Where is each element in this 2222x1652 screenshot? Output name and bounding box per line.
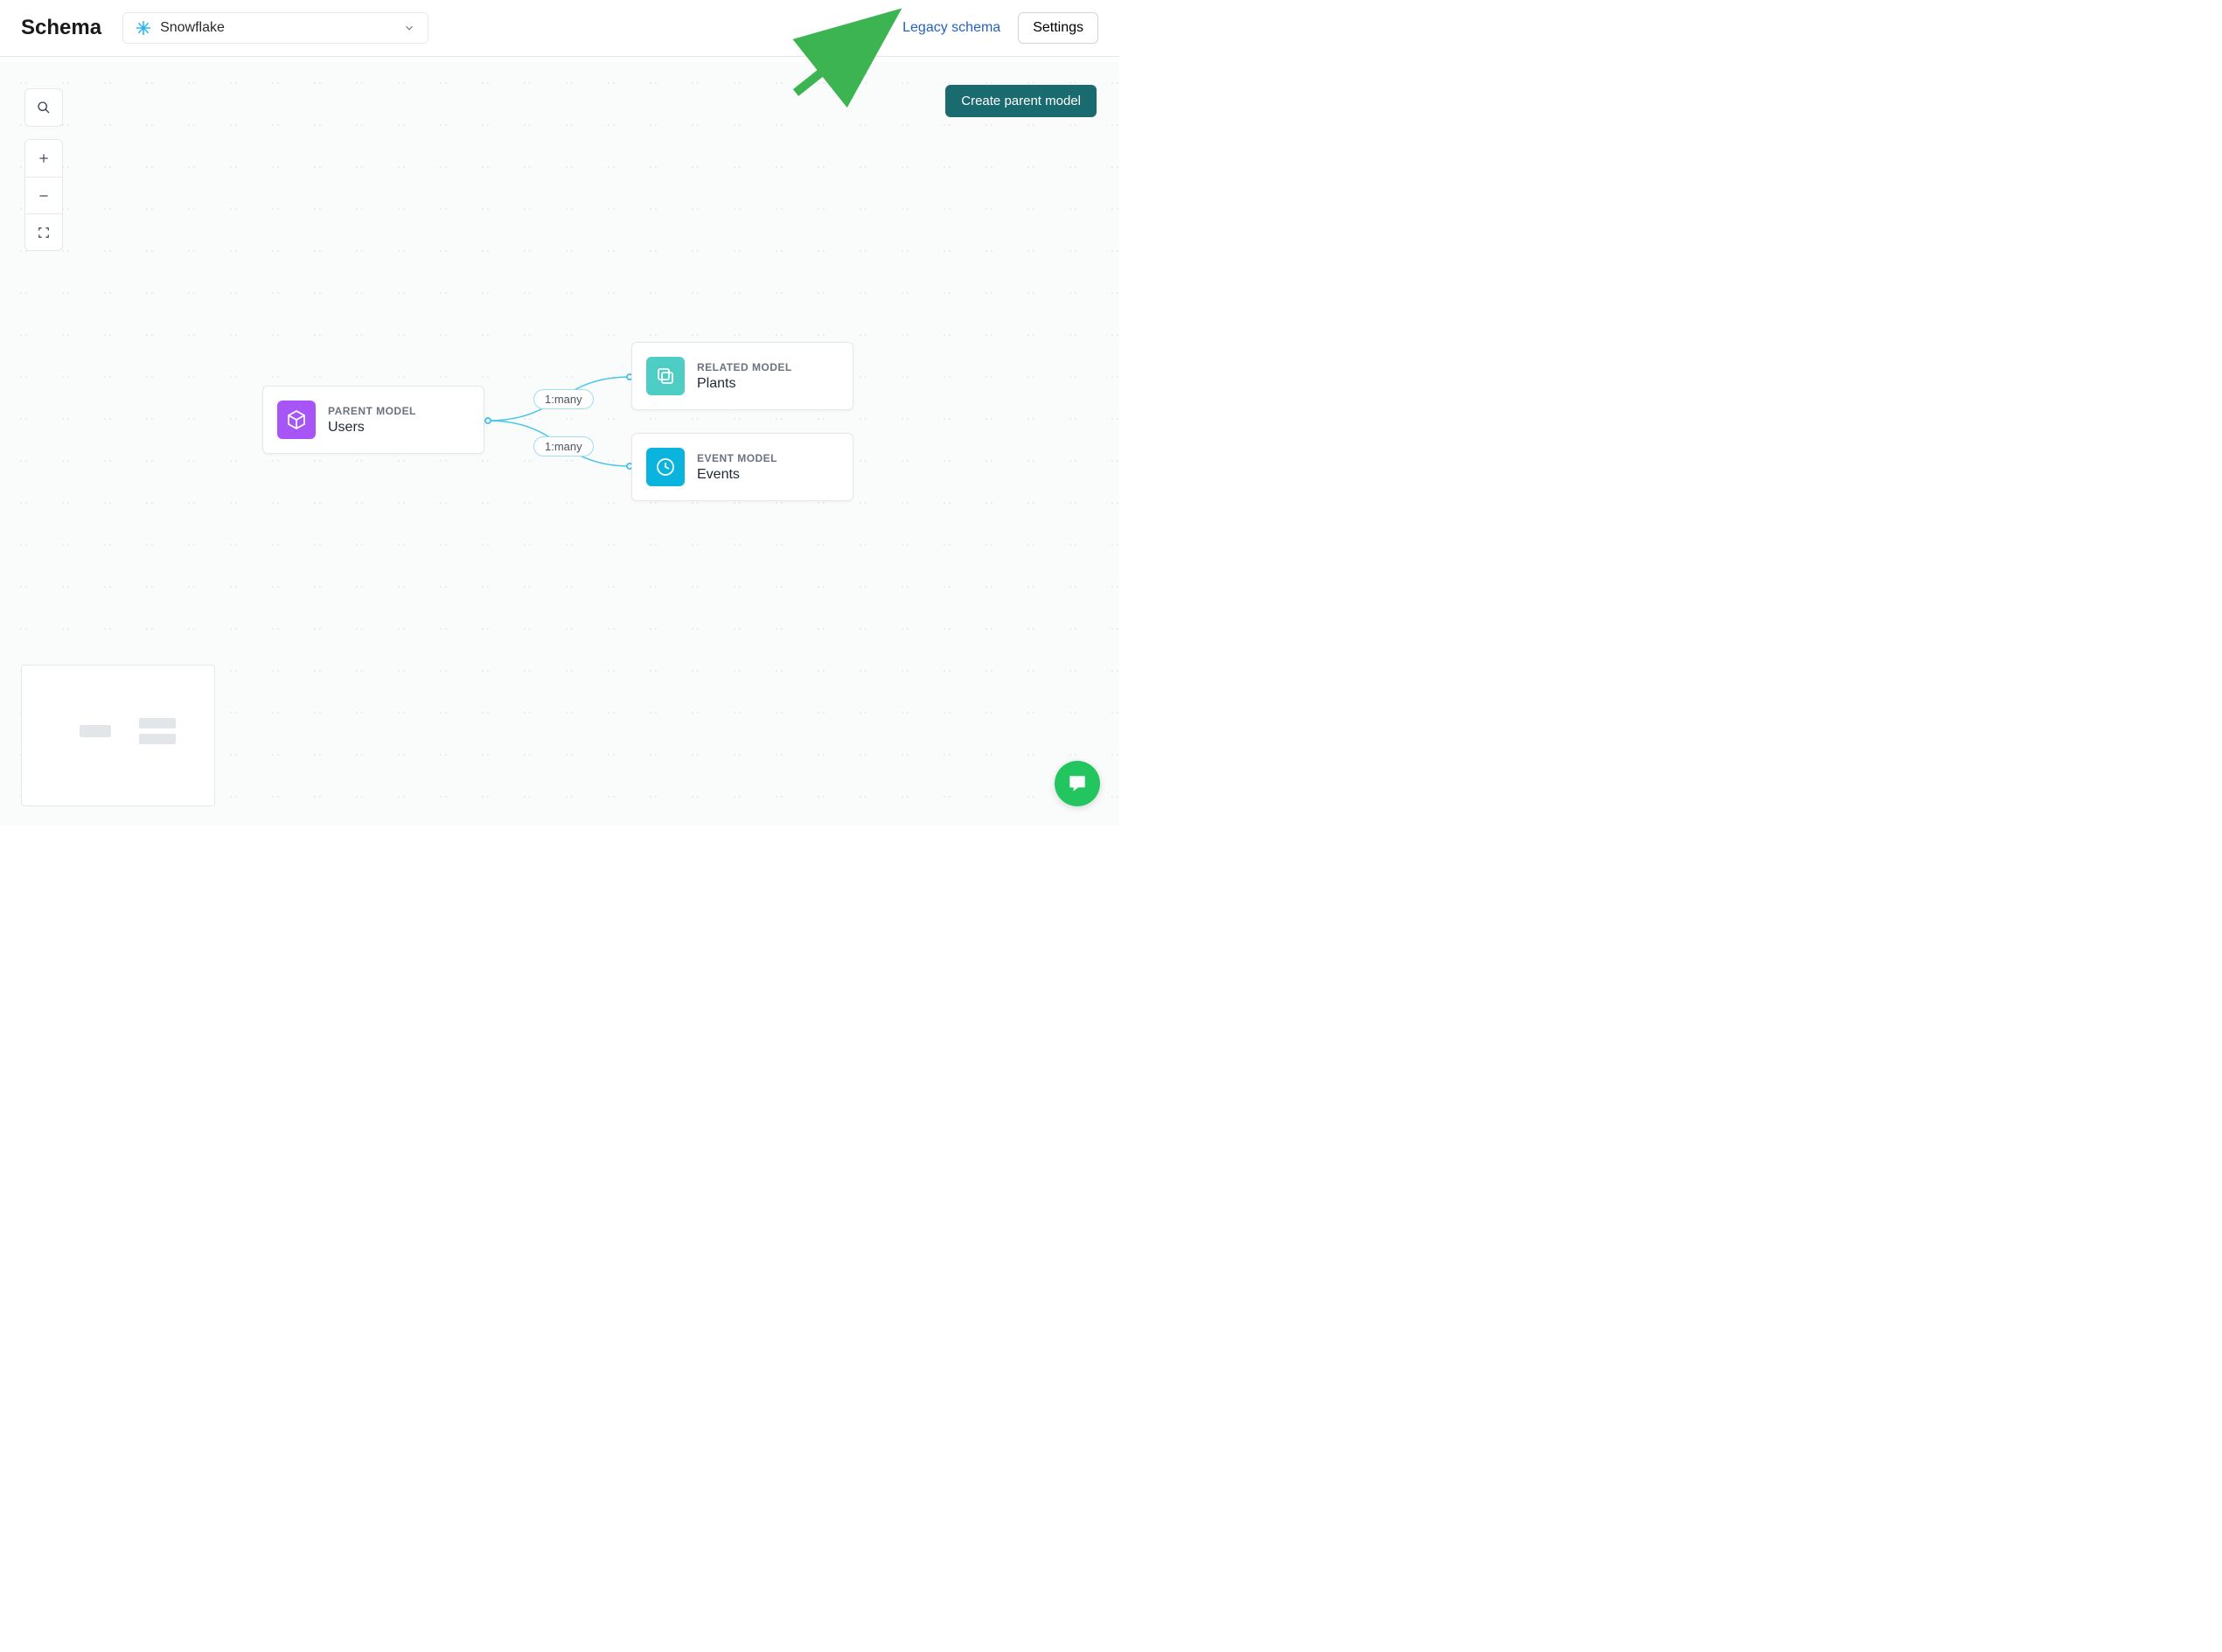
legacy-schema-link[interactable]: Legacy schema [902,20,1000,36]
node-type: EVENT MODEL [697,452,777,464]
node-name: Events [697,467,777,483]
create-parent-model-button[interactable]: Create parent model [945,85,1097,117]
chat-widget[interactable] [1055,761,1100,806]
page-title: Schema [21,16,101,40]
chevron-down-icon [403,22,415,34]
search-button[interactable] [25,89,62,126]
schema-canvas[interactable]: Create parent model 1:many 1:many PARENT… [0,62,1119,826]
fit-view-button[interactable] [25,213,62,250]
search-icon [37,101,51,115]
minus-icon [38,190,50,202]
snowflake-icon [136,20,151,36]
minimap[interactable] [21,665,215,806]
expand-icon [38,227,50,239]
node-name: Plants [697,376,792,392]
stack-icon [646,357,685,395]
zoom-out-button[interactable] [25,177,62,213]
chat-icon [1066,772,1089,795]
node-type: RELATED MODEL [697,361,792,373]
header: Schema Snowflake Legacy schema Settings [0,0,1119,57]
node-name: Users [328,420,416,436]
node-type: PARENT MODEL [328,405,416,417]
edge-label-event: 1:many [533,436,594,457]
edge-label-related: 1:many [533,389,594,409]
node-related-model[interactable]: RELATED MODEL Plants [631,342,853,410]
source-select[interactable]: Snowflake [122,12,428,44]
node-parent-model[interactable]: PARENT MODEL Users [262,386,484,454]
cube-icon [277,401,316,439]
zoom-in-button[interactable] [25,140,62,177]
node-event-model[interactable]: EVENT MODEL Events [631,433,853,501]
source-label: Snowflake [160,20,225,36]
clock-icon [646,448,685,486]
plus-icon [38,152,50,164]
settings-button[interactable]: Settings [1018,12,1098,44]
